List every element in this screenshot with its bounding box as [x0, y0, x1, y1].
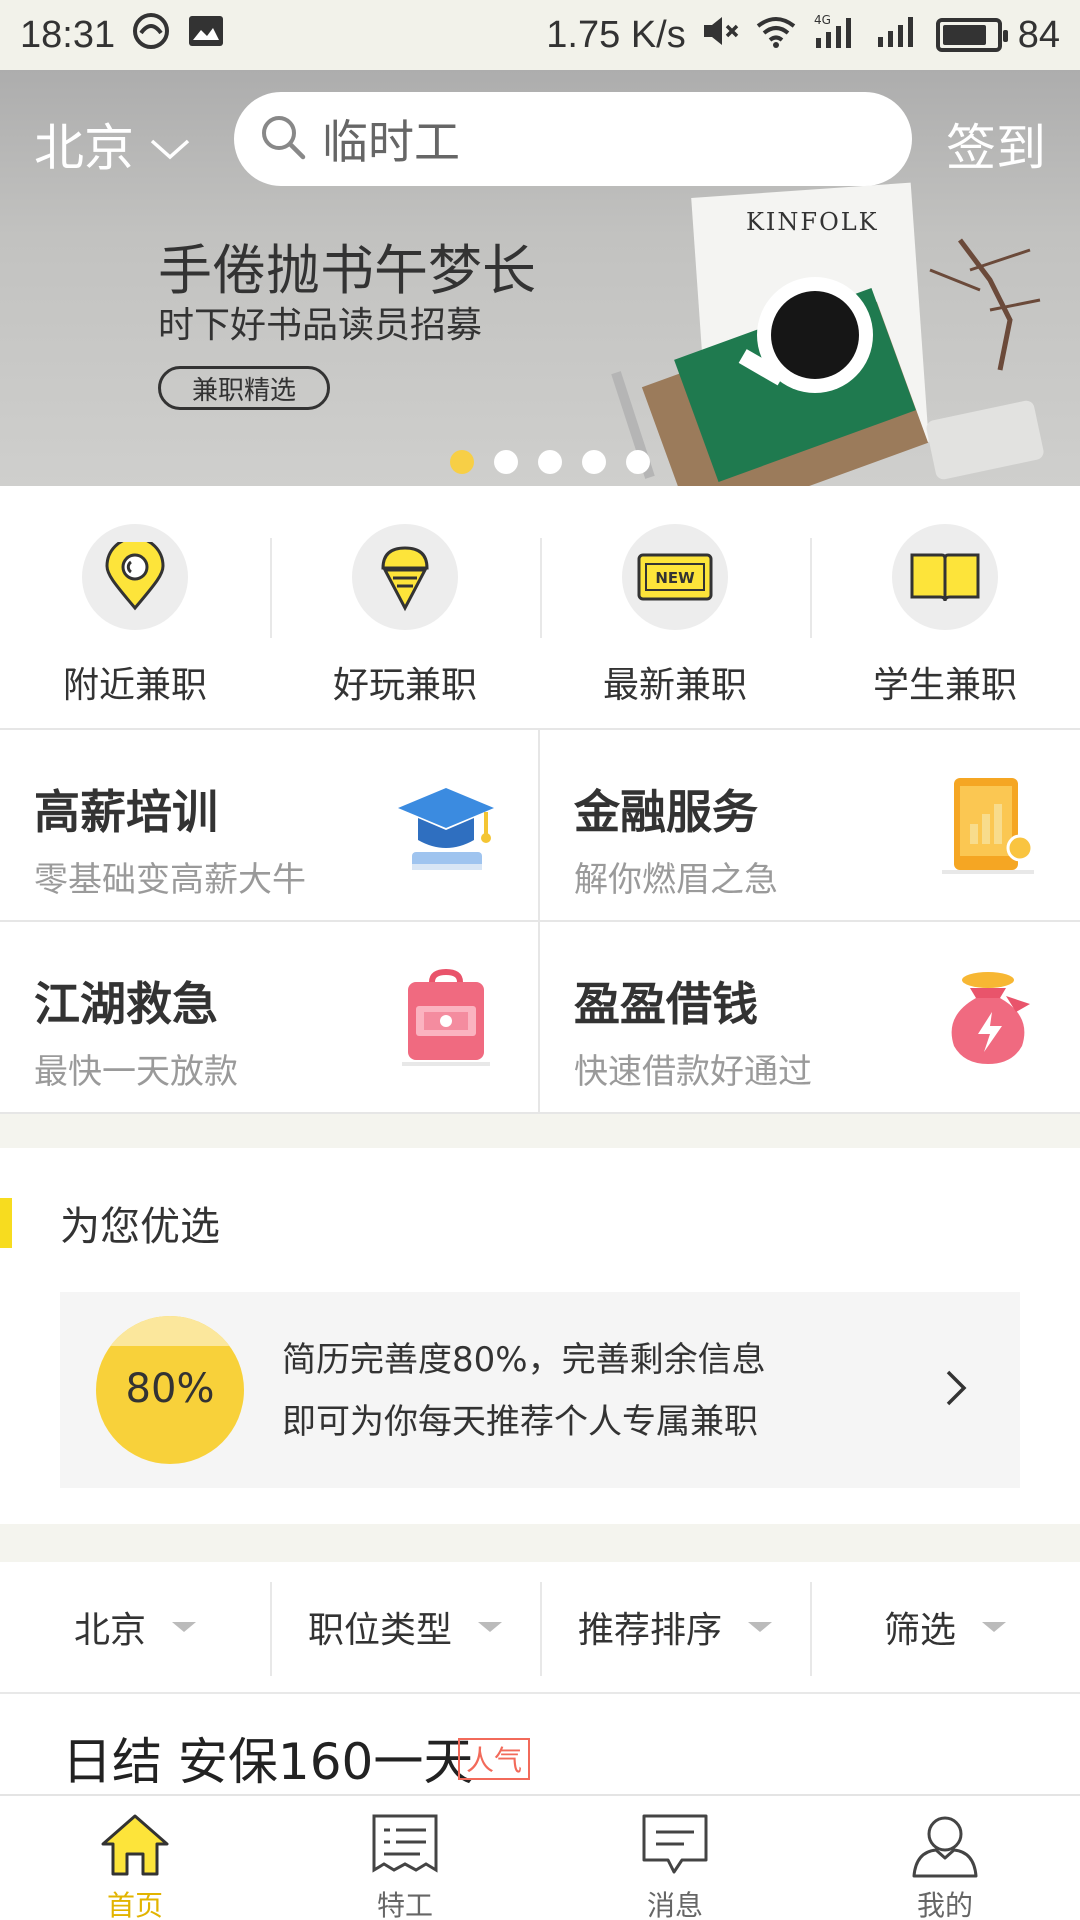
nav-label: 消息 [646, 1889, 703, 1920]
resume-completeness-card[interactable]: 80% 简历完善度80%，完善剩余信息 即可为你每天推荐个人专属兼职 [60, 1292, 1020, 1488]
nav-profile[interactable]: 我的 [810, 1796, 1080, 1920]
status-sync-icon [131, 11, 171, 60]
caret-down-icon [478, 1622, 502, 1632]
resume-progress-ball: 80% [96, 1316, 244, 1464]
new-badge-label: NEW [655, 569, 695, 587]
caret-down-icon [172, 1622, 196, 1632]
banner-tag: 兼职精选 [158, 366, 330, 410]
status-bar: 18:31 1.75 K/s 4G 84 [0, 0, 1080, 70]
category-fun[interactable]: 好玩兼职 [270, 486, 540, 728]
signal-icon [876, 13, 920, 58]
resume-hint-line2: 即可为你每天推荐个人专属兼职 [282, 1402, 758, 1442]
category-label: 附近兼职 [62, 665, 207, 706]
nav-home[interactable]: 首页 [0, 1796, 270, 1920]
search-input[interactable]: 临时工 [234, 92, 912, 186]
cash-box-icon [402, 968, 490, 1066]
bottom-nav: 首页 特工 消息 我的 [0, 1794, 1080, 1920]
job-list-item[interactable]: 日结 安保160一天 人气 [0, 1694, 1080, 1794]
filter-city[interactable]: 北京 [0, 1562, 270, 1692]
profile-icon [910, 1812, 980, 1882]
resume-hint-line1: 简历完善度80%，完善剩余信息 [282, 1340, 766, 1380]
hot-badge: 人气 [458, 1738, 531, 1780]
service-grid: 高薪培训 零基础变高薪大牛 金融服务 解你燃眉之急 江湖救急 最快一天放款 盈盈… [0, 728, 1080, 1114]
section-accent-bar [0, 1198, 12, 1248]
checkin-button[interactable]: 签到 [946, 108, 1046, 180]
filter-job-type[interactable]: 职位类型 [270, 1562, 540, 1692]
caret-down-icon [982, 1622, 1006, 1632]
category-label: 好玩兼职 [332, 665, 477, 706]
carousel-dot[interactable] [450, 450, 474, 474]
nav-label: 我的 [916, 1889, 973, 1920]
status-time: 18:31 [20, 13, 116, 56]
recommend-header: 为您优选 [0, 1194, 220, 1252]
search-icon [258, 112, 308, 166]
message-icon [640, 1812, 710, 1882]
city-selector[interactable]: 北京 [34, 108, 190, 180]
svg-text:KINFOLK: KINFOLK [746, 208, 879, 236]
carousel-dot[interactable] [494, 450, 518, 474]
graduation-cap-icon [398, 788, 494, 870]
mute-icon [702, 13, 740, 57]
filter-bar: 北京 职位类型 推荐排序 筛选 [0, 1562, 1080, 1694]
service-quick-loan[interactable]: 盈盈借钱 快速借款好通过 [540, 922, 1080, 1114]
recommend-section: 为您优选 80% 简历完善度80%，完善剩余信息 即可为你每天推荐个人专属兼职 [0, 1148, 1080, 1524]
nav-messages[interactable]: 消息 [540, 1796, 810, 1920]
category-student[interactable]: 学生兼职 [810, 486, 1080, 728]
home-icon [99, 1812, 171, 1882]
chevron-right-icon [944, 1368, 968, 1412]
category-row: 附近兼职 好玩兼职 NEW 最新兼职 学生兼职 [0, 486, 1080, 728]
banner-title: 手倦抛书午梦长 [158, 239, 536, 302]
location-pin-icon [82, 524, 188, 630]
progress-text: 80% [125, 1366, 215, 1412]
filter-more[interactable]: 筛选 [810, 1562, 1080, 1692]
carousel-dot[interactable] [626, 450, 650, 474]
filter-label: 北京 [73, 1610, 146, 1651]
signal-4g-icon: 4G [812, 12, 860, 59]
category-nearby[interactable]: 附近兼职 [0, 486, 270, 728]
filter-sort[interactable]: 推荐排序 [540, 1562, 810, 1692]
status-network-speed: 1.75 K/s [546, 13, 686, 56]
nav-label: 特工 [376, 1889, 433, 1920]
carousel-indicator [0, 450, 1080, 474]
category-label: 学生兼职 [872, 665, 1017, 706]
filter-label: 筛选 [883, 1610, 956, 1651]
book-icon [892, 524, 998, 630]
network-type-label: 4G [814, 13, 831, 27]
ice-cream-icon [352, 524, 458, 630]
section-title: 为您优选 [60, 1204, 220, 1250]
list-icon [370, 1812, 440, 1882]
banner-subtitle: 时下好书品读员招募 [158, 305, 483, 346]
carousel-dot[interactable] [538, 450, 562, 474]
city-label: 北京 [34, 119, 134, 177]
carousel-dot[interactable] [582, 450, 606, 474]
caret-down-icon [748, 1622, 772, 1632]
service-emergency-loan[interactable]: 江湖救急 最快一天放款 [0, 922, 540, 1114]
category-label: 最新兼职 [602, 665, 747, 706]
nav-agent[interactable]: 特工 [270, 1796, 540, 1920]
service-finance[interactable]: 金融服务 解你燃眉之急 [540, 730, 1080, 922]
job-title: 日结 安保160一天 [62, 1733, 474, 1791]
service-training[interactable]: 高薪培训 零基础变高薪大牛 [0, 730, 540, 922]
battery-level: 84 [1017, 13, 1060, 56]
category-newest[interactable]: NEW 最新兼职 [540, 486, 810, 728]
new-ticket-icon: NEW [622, 524, 728, 630]
battery-icon [935, 18, 1008, 52]
filter-label: 推荐排序 [577, 1610, 722, 1651]
progress-remaining [96, 1316, 244, 1346]
tablet-chart-icon [942, 778, 1034, 874]
search-placeholder: 临时工 [322, 115, 460, 169]
nav-label: 首页 [106, 1889, 163, 1920]
chevron-down-icon [150, 115, 190, 173]
wifi-icon [756, 13, 796, 57]
money-bag-icon [951, 972, 1030, 1064]
status-image-icon [187, 13, 225, 57]
promo-banner[interactable]: KINFOLK 北京 临时工 签到 手倦抛书午梦长 时下好书品读员招募 兼职精选 [0, 70, 1080, 486]
filter-label: 职位类型 [307, 1610, 452, 1651]
battery-fill [942, 25, 987, 45]
